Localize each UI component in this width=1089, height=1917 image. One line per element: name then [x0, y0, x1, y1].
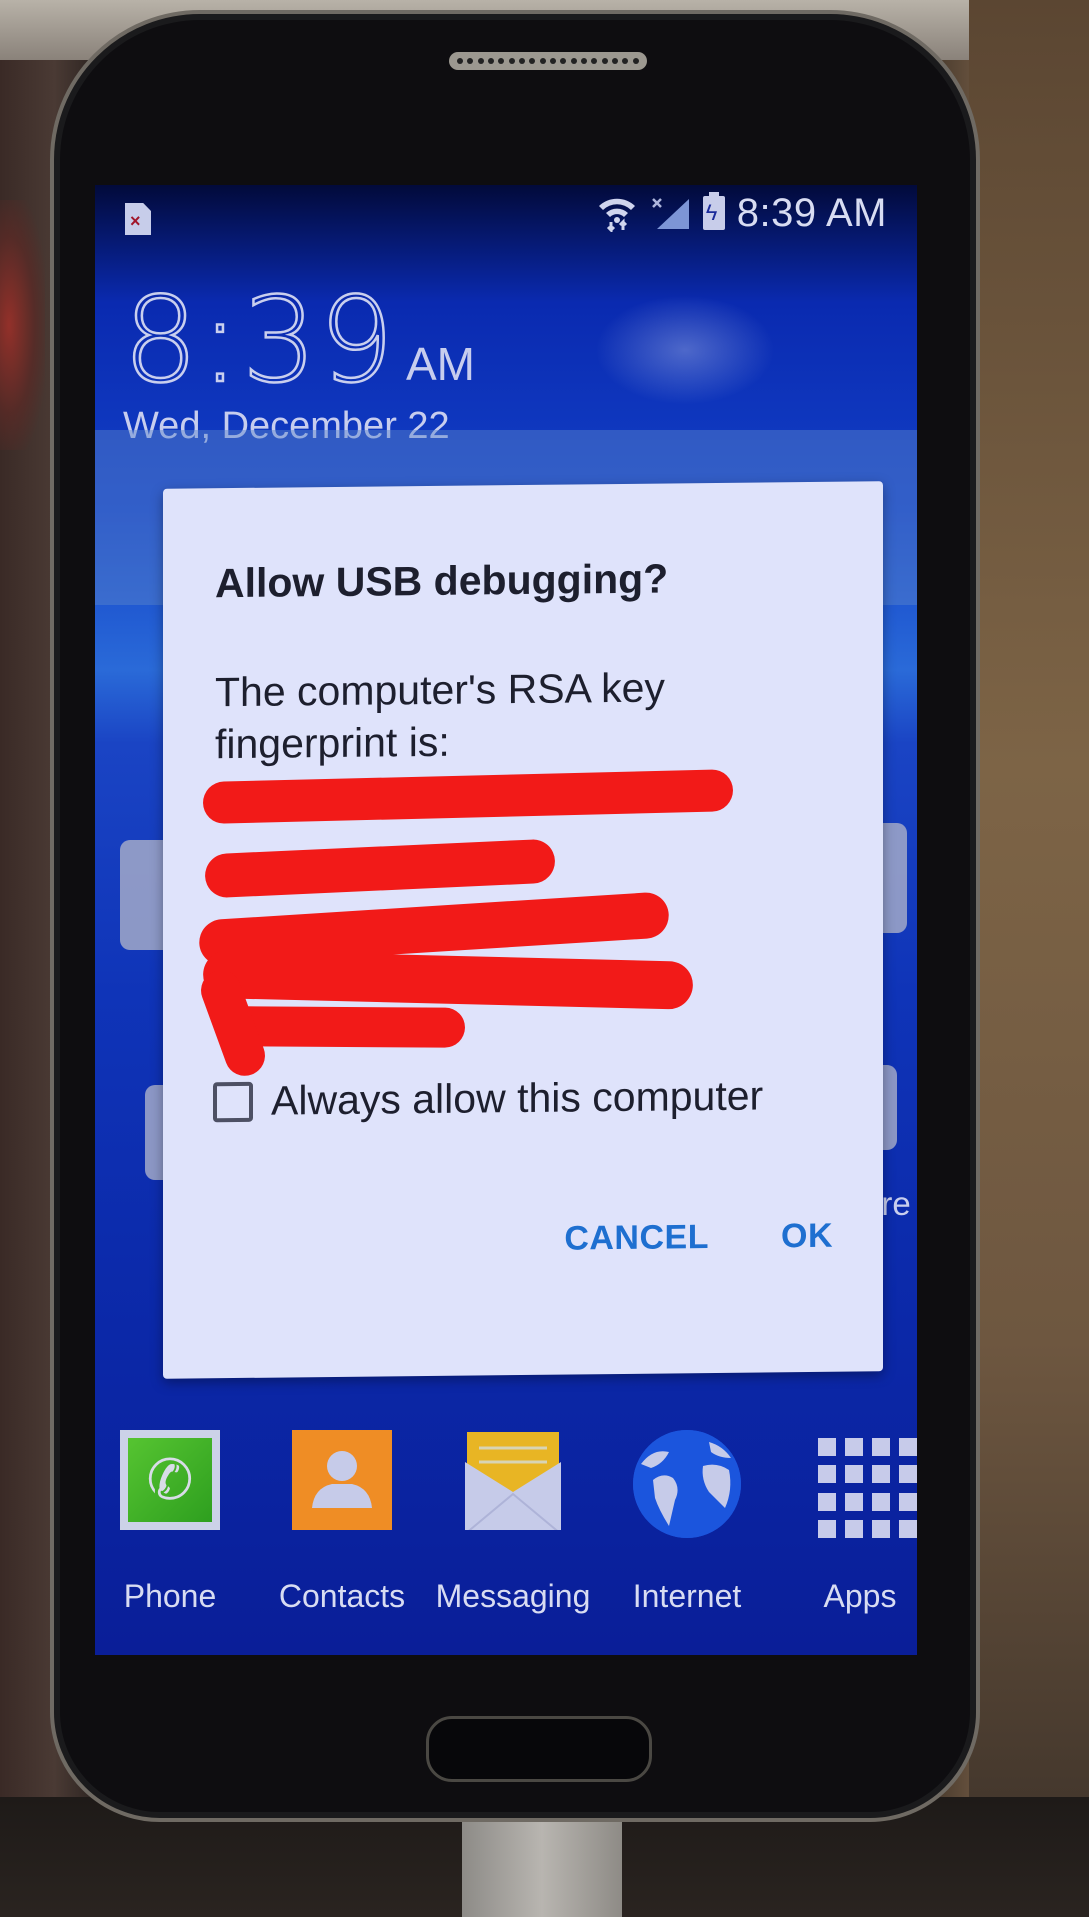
redaction-stroke [202, 949, 694, 1010]
dock-label: Apps [823, 1578, 897, 1614]
contacts-icon [292, 1430, 392, 1530]
dock-label: Contacts [278, 1578, 406, 1614]
ok-button[interactable]: OK [781, 1217, 833, 1257]
dialog-actions: CANCEL OK [564, 1217, 833, 1259]
always-allow-checkbox[interactable] [213, 1081, 253, 1122]
redaction-stroke [204, 838, 556, 899]
dock-label: Internet [632, 1578, 742, 1614]
sim-missing-icon: × [125, 203, 151, 235]
cancel-button[interactable]: CANCEL [564, 1218, 709, 1259]
dock-label: Messaging [435, 1578, 591, 1614]
wifi-icon [598, 198, 635, 232]
usb-cable [462, 1822, 622, 1917]
always-allow-label[interactable]: Always allow this computer [271, 1072, 763, 1124]
dock-label: Phone [123, 1578, 217, 1614]
app-dock: ✆ Phone Contacts Messaging Internet Apps [95, 1430, 917, 1630]
status-bar[interactable]: × ϟ 8:39 AM [95, 185, 917, 245]
background-surface [969, 0, 1089, 1917]
battery-charging-icon: ϟ [702, 192, 725, 230]
lock-clock: 8:39 AM [122, 271, 475, 409]
lock-screen: × ϟ 8:39 AM 8:39 AM Wed, December 22 ore [95, 185, 917, 1655]
wallpaper-cloud [595, 295, 775, 405]
earpiece-speaker [449, 52, 647, 70]
clock-ampm: AM [405, 338, 475, 390]
dialog-title: Allow USB debugging? [215, 555, 669, 607]
apps-grid-icon [810, 1430, 917, 1546]
status-time: 8:39 AM [736, 190, 887, 235]
always-allow-row[interactable]: Always allow this computer [213, 1072, 763, 1125]
no-signal-icon [651, 198, 689, 229]
redaction-stroke [202, 769, 734, 825]
clock-time: 8:39 [122, 271, 396, 409]
usb-debugging-dialog: Allow USB debugging? The computer's RSA … [163, 481, 883, 1379]
messaging-icon [463, 1430, 563, 1535]
globe-icon [633, 1430, 741, 1538]
background-cables [0, 200, 45, 450]
dialog-message: The computer's RSA key fingerprint is: [215, 664, 665, 768]
home-button[interactable] [426, 1716, 652, 1782]
phone-icon: ✆ [120, 1430, 220, 1530]
